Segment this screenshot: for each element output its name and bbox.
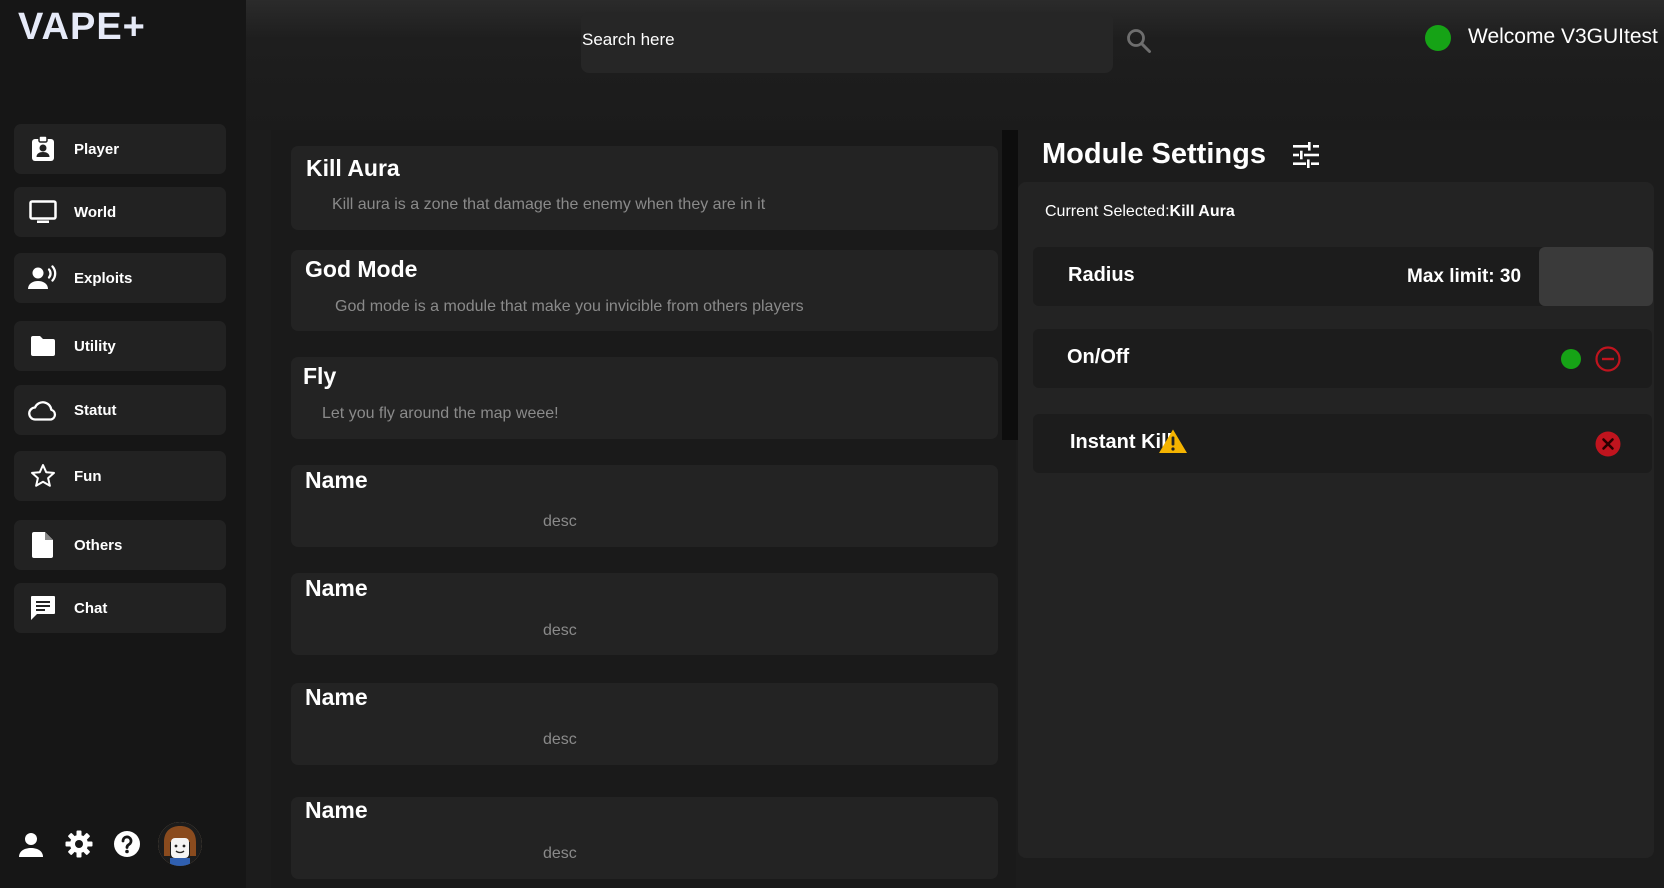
search-icon[interactable] [1126,28,1152,59]
cloud-icon [28,395,58,425]
module-title: Name [305,575,368,601]
module-card-kill-aura[interactable]: Kill Aura Kill aura is a zone that damag… [291,146,998,230]
setting-label: On/Off [1067,346,1130,368]
folder-icon [28,331,58,361]
radius-input[interactable] [1539,247,1653,306]
sidebar-item-fun[interactable]: Fun [14,451,226,501]
module-title: Name [305,467,368,493]
scrollbar[interactable] [1002,130,1018,440]
minus-circle-icon[interactable] [1595,346,1621,377]
sidebar-item-label: Player [74,140,120,158]
current-selected-label: Current Selected: [1045,203,1170,220]
sidebar-item-label: Exploits [74,269,133,287]
sidebar-item-chat[interactable]: Chat [14,583,226,633]
sidebar-item-label: Utility [74,337,116,355]
setting-row-instant-kill: Instant Kill [1033,414,1652,473]
chat-icon [28,593,58,623]
module-card-name[interactable]: Name desc [291,573,998,655]
settings-title: Module Settings [1042,138,1266,170]
module-card-fly[interactable]: Fly Let you fly around the map weee! [291,357,998,439]
sidebar: VAPE+ Player World Exploits Utility Stat… [0,0,246,888]
star-icon [28,461,58,491]
setting-label: Instant Kill [1070,431,1173,453]
current-selected: Current Selected:Kill Aura [1045,203,1235,221]
clipboard-user-icon [28,134,58,164]
sidebar-item-others[interactable]: Others [14,520,226,570]
module-card-name[interactable]: Name desc [291,797,998,879]
module-card-god-mode[interactable]: God Mode God mode is a module that make … [291,250,998,331]
module-card-name[interactable]: Name desc [291,683,998,765]
sidebar-item-world[interactable]: World [14,187,226,237]
module-title: Fly [303,363,337,389]
module-description: desc [543,845,577,862]
online-status-dot [1425,25,1451,51]
module-description: desc [543,731,577,748]
sidebar-item-label: Others [74,536,123,554]
toggle-on-indicator[interactable] [1561,349,1581,369]
welcome-text: Welcome V3GUItest [1468,25,1658,48]
speaking-person-icon [28,263,58,293]
sidebar-item-label: Chat [74,599,108,617]
setting-row-on-off: On/Off [1033,329,1652,388]
avatar[interactable] [158,822,202,866]
sidebar-footer [14,822,202,866]
gear-icon[interactable] [62,827,96,861]
sidebar-item-utility[interactable]: Utility [14,321,226,371]
sliders-icon[interactable] [1292,142,1320,173]
module-card-name[interactable]: Name desc [291,465,998,547]
module-title: Name [305,684,368,710]
document-icon [28,530,58,560]
sidebar-item-exploits[interactable]: Exploits [14,253,226,303]
sidebar-item-statut[interactable]: Statut [14,385,226,435]
warning-icon [1158,428,1188,459]
max-limit-text: Max limit: 30 [1407,266,1522,287]
module-description: desc [543,622,577,639]
app-logo: VAPE+ [18,6,146,48]
sidebar-item-label: Statut [74,401,117,419]
module-description: desc [543,513,577,530]
search-placeholder: Search here [582,30,675,49]
close-circle-icon[interactable] [1595,431,1621,462]
setting-label: Radius [1068,264,1135,286]
module-description: Let you fly around the map weee! [322,405,559,422]
help-icon[interactable] [110,827,144,861]
module-title: Kill Aura [306,155,400,181]
module-description: Kill aura is a zone that damage the enem… [332,196,766,213]
sidebar-item-label: Fun [74,467,102,485]
sidebar-item-player[interactable]: Player [14,124,226,174]
module-title: God Mode [305,256,418,282]
module-description: God mode is a module that make you invic… [335,298,804,315]
module-title: Name [305,797,368,823]
user-icon[interactable] [14,827,48,861]
current-selected-value: Kill Aura [1169,203,1235,220]
sidebar-item-label: World [74,203,117,221]
monitor-icon [28,197,58,227]
